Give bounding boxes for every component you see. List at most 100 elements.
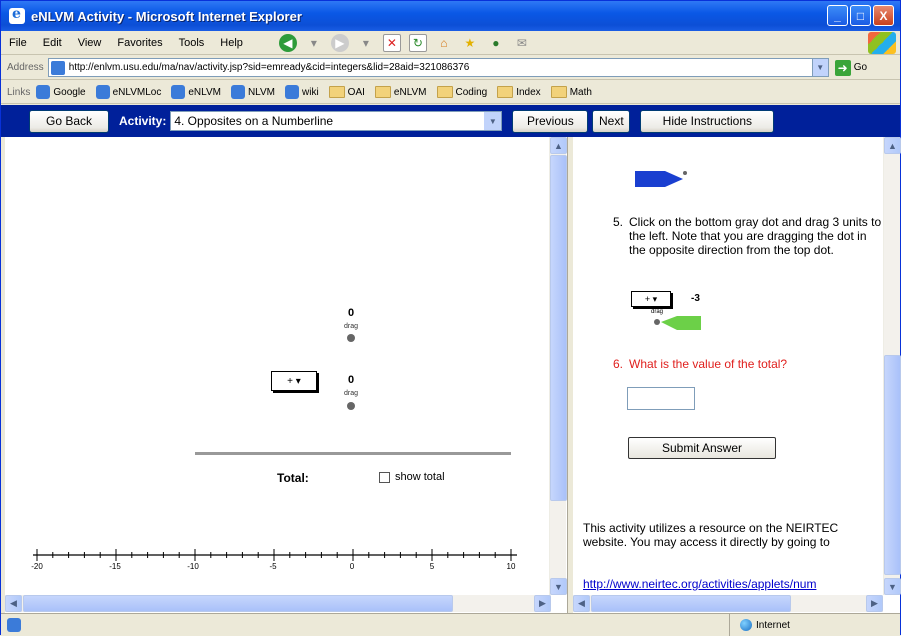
activity-select-value: 4. Opposites on a Numberline [174, 114, 334, 128]
answer-input[interactable] [627, 387, 695, 410]
address-dropdown-icon[interactable]: ▼ [812, 58, 829, 77]
blue-arrow-image [635, 171, 687, 187]
scroll-right-icon[interactable]: ▶ [866, 595, 883, 612]
step5-sign-box: + ▾ [631, 291, 671, 307]
scroll-up-icon[interactable]: ▲ [884, 137, 901, 154]
page-status-icon [7, 617, 21, 632]
folder-icon [374, 86, 391, 98]
total-divider-line [195, 452, 511, 455]
chevron-down-icon: ▼ [484, 112, 502, 130]
applet-horizontal-scrollbar[interactable]: ◀ ▶ [5, 595, 551, 612]
zone-label: Internet [756, 619, 790, 631]
show-total-checkbox[interactable] [379, 472, 390, 483]
home-icon[interactable]: ⌂ [435, 34, 453, 52]
top-drag-label: drag [344, 323, 359, 330]
top-drag-dot[interactable] [347, 334, 355, 342]
ie-page-icon [171, 85, 186, 99]
menu-favorites[interactable]: Favorites [109, 37, 170, 49]
tick-label: -15 [109, 562, 121, 571]
link-google[interactable]: Google [36, 85, 86, 99]
mail-icon[interactable]: ✉ [513, 34, 531, 52]
scroll-thumb[interactable] [550, 155, 567, 501]
security-zone: Internet [729, 614, 790, 636]
dropdown-arrow-icon[interactable]: ▾ [357, 34, 375, 52]
go-button[interactable]: ➜ Go [834, 59, 868, 76]
back-icon[interactable]: ◀ [278, 33, 297, 52]
next-button[interactable]: Next [592, 109, 631, 133]
menu-bar: File Edit View Favorites Tools Help ◀ ▾ … [1, 31, 900, 55]
submit-answer-button[interactable]: Submit Answer [628, 437, 776, 459]
scroll-up-icon[interactable]: ▲ [550, 137, 567, 154]
step5-illustration: + ▾ -3 drag [631, 289, 709, 335]
step5-value: -3 [691, 293, 700, 304]
forward-icon[interactable]: ▶ [330, 33, 349, 52]
scroll-left-icon[interactable]: ◀ [573, 595, 590, 612]
stop-icon[interactable]: ✕ [382, 33, 401, 52]
applet-vertical-scrollbar[interactable]: ▲ ▼ [549, 137, 567, 595]
minimize-button[interactable]: _ [827, 5, 848, 26]
maximize-button[interactable]: □ [850, 5, 871, 26]
step5-text: Click on the bottom gray dot and drag 3 … [629, 215, 882, 257]
scroll-down-icon[interactable]: ▼ [884, 578, 901, 595]
tick-label: 0 [349, 562, 355, 571]
activity-toolbar: Go Back Activity: 4. Opposites on a Numb… [1, 105, 900, 137]
folder-icon [436, 86, 453, 98]
link-enlvm-folder[interactable]: eNLVM [374, 86, 427, 98]
scroll-thumb[interactable] [591, 595, 791, 612]
address-input[interactable]: http://enlvm.usu.edu/ma/nav/activity.jsp… [47, 58, 813, 77]
link-math[interactable]: Math [550, 86, 592, 98]
ie-page-icon [95, 85, 110, 99]
tick-label: -10 [187, 562, 199, 571]
title-bar: eNLVM Activity - Microsoft Internet Expl… [1, 1, 900, 31]
link-enlvm[interactable]: eNLVM [171, 85, 221, 99]
neirtec-link[interactable]: http://www.neirtec.org/activities/applet… [583, 577, 879, 591]
scroll-right-icon[interactable]: ▶ [534, 595, 551, 612]
close-button[interactable]: X [873, 5, 894, 26]
menu-help[interactable]: Help [212, 37, 251, 49]
top-value: 0 [348, 307, 355, 319]
instructions-horizontal-scrollbar[interactable]: ◀ ▶ [573, 595, 883, 612]
page-icon [50, 60, 65, 75]
bottom-drag-dot[interactable] [347, 402, 355, 410]
dropdown-arrow-icon[interactable]: ▾ [305, 34, 323, 52]
applet-pane: 0 drag + ▾ 0 drag Total: show total -20 … [5, 137, 568, 613]
go-label: Go [853, 62, 868, 73]
instructions-vertical-scrollbar[interactable]: ▲ ▼ [883, 137, 901, 595]
folder-icon [328, 86, 345, 98]
address-url: http://enlvm.usu.edu/ma/nav/activity.jsp… [68, 62, 470, 73]
ie-icon [9, 6, 25, 24]
sign-select[interactable]: + ▾ [271, 371, 317, 391]
go-back-button[interactable]: Go Back [29, 109, 109, 133]
link-nlvm[interactable]: NLVM [230, 85, 275, 99]
scroll-left-icon[interactable]: ◀ [5, 595, 22, 612]
tick-label: -5 [269, 562, 277, 571]
go-arrow-icon: ➜ [834, 59, 851, 76]
total-label: Total: [277, 471, 309, 485]
bottom-value: 0 [348, 374, 355, 386]
link-oai[interactable]: OAI [328, 86, 365, 98]
media-icon[interactable]: ● [487, 34, 505, 52]
links-label: Links [7, 86, 31, 98]
scroll-down-icon[interactable]: ▼ [550, 578, 567, 595]
link-enlvmloc[interactable]: eNLVMLoc [95, 85, 161, 99]
previous-button[interactable]: Previous [512, 109, 589, 133]
step6-text: What is the value of the total? [629, 357, 788, 371]
number-line [33, 549, 517, 561]
menu-view[interactable]: View [70, 37, 110, 49]
bottom-drag-label: drag [344, 390, 359, 397]
activity-select[interactable]: 4. Opposites on a Numberline ▼ [170, 111, 503, 131]
tick-label: -20 [31, 562, 43, 571]
menu-tools[interactable]: Tools [171, 37, 213, 49]
scroll-thumb[interactable] [23, 595, 453, 612]
favorites-star-icon[interactable]: ★ [461, 34, 479, 52]
link-index[interactable]: Index [497, 86, 541, 98]
menu-file[interactable]: File [1, 37, 35, 49]
link-wiki[interactable]: wiki [285, 85, 319, 99]
footer-text: This activity utilizes a resource on the… [583, 521, 839, 549]
link-coding[interactable]: Coding [436, 86, 487, 98]
scroll-thumb[interactable] [884, 355, 901, 575]
browser-window: eNLVM Activity - Microsoft Internet Expl… [0, 0, 901, 636]
refresh-icon[interactable]: ↻ [408, 33, 427, 52]
menu-edit[interactable]: Edit [35, 37, 70, 49]
hide-instructions-button[interactable]: Hide Instructions [640, 109, 775, 133]
